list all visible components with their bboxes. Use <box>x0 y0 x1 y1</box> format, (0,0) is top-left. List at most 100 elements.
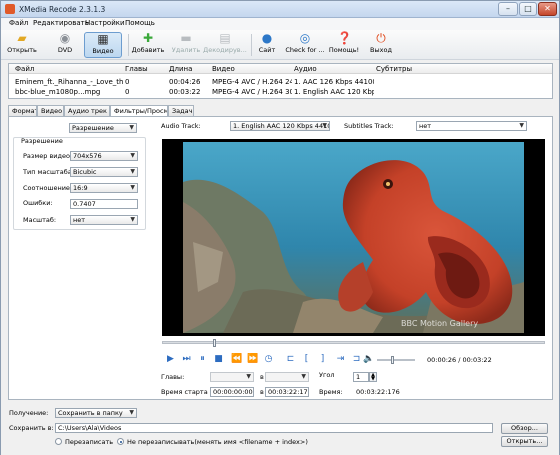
total-time: 00:03:22:176 <box>356 388 400 396</box>
start-time-label: Время старта <box>161 388 208 396</box>
video-button[interactable]: ▦ Видео <box>84 32 122 58</box>
add-button[interactable]: ✚ Добавить <box>131 32 165 58</box>
scale-type-select[interactable]: Bicubic ▼ <box>70 167 138 177</box>
audio-track-select[interactable]: 1. English AAC 120 Kbps 44100 Hz 2▼ <box>230 121 330 131</box>
ratio-label: Соотношение: <box>23 184 73 192</box>
save-path-field[interactable]: C:\Users\Ala\Videos <box>55 423 493 433</box>
preview-image: BBC Motion Gallery <box>183 142 524 333</box>
ratio-select[interactable]: 16:9 ▼ <box>70 183 138 193</box>
error-field[interactable]: 0.7407 <box>70 199 138 209</box>
chevron-down-icon: ▼ <box>322 122 327 129</box>
file-row[interactable]: bbc-blue_m1080p...mpg 0 00:03:22 MPEG-4 … <box>9 87 552 97</box>
seek-bar[interactable] <box>162 339 545 347</box>
tab-jobs[interactable]: Задачи <box>168 105 194 116</box>
subtitles-track-select[interactable]: нет ▼ <box>416 121 527 131</box>
no-overwrite-label: Не перезаписывать(менять имя <filename +… <box>127 438 308 446</box>
main-window: XMedia Recode 2.3.1.3 – □ ✕ Файл Редакти… <box>0 0 560 455</box>
file-list-header: Файл Главы Длина Видео Аудио Субтитры <box>9 64 552 74</box>
browse-button[interactable]: Обзор... <box>501 423 548 434</box>
open-button[interactable]: ▰ Открыть <box>7 32 37 58</box>
minus-icon: ▬ <box>180 31 192 45</box>
help-icon: ❓ <box>337 31 352 45</box>
mark-start-icon[interactable]: [ <box>301 354 312 365</box>
tab-video[interactable]: Видео <box>37 105 64 116</box>
chapter-start-select[interactable]: ▼ <box>210 372 254 382</box>
audio-track-label: Audio Track: <box>161 122 201 130</box>
mark-end-icon[interactable]: ] <box>317 354 328 365</box>
clock-icon[interactable]: ◷ <box>263 354 274 365</box>
receive-select[interactable]: Сохранить в папку ▼ <box>55 408 137 418</box>
chevron-down-icon: ▼ <box>130 152 135 159</box>
decode-icon: ▤ <box>219 31 231 45</box>
bbc-watermark: BBC Motion Gallery <box>401 319 478 328</box>
jump-end-icon[interactable]: ⇥ <box>335 354 346 365</box>
tab-audio-track[interactable]: Аудио трек 1 <box>64 105 110 116</box>
rewind-icon[interactable]: ⏪ <box>231 354 242 365</box>
delete-button[interactable]: ▬ Удалить <box>171 32 201 58</box>
close-button[interactable]: ✕ <box>538 2 557 16</box>
check-updates-button[interactable]: ◎ Check for ... <box>285 32 325 58</box>
overwrite-radio[interactable] <box>55 438 62 445</box>
step-forward-icon[interactable]: ⏭ <box>181 354 192 365</box>
file-list: Файл Главы Длина Видео Аудио Субтитры Em… <box>8 63 553 99</box>
column-chapters[interactable]: Главы <box>125 65 148 73</box>
chapter-end-select[interactable]: ▼ <box>265 372 309 382</box>
menu-bar: Файл Редактировать Настройки Помощь <box>1 18 559 30</box>
scale-select[interactable]: нет ▼ <box>70 215 138 225</box>
chevron-down-icon: ▼ <box>130 184 135 191</box>
volume-icon[interactable]: 🔈 <box>363 354 374 365</box>
in-label: в <box>260 373 264 381</box>
file-row[interactable]: Eminem_ft._Rihanna_-_Love_the_W... 0 00:… <box>9 77 552 87</box>
video-size-select[interactable]: 704x576 ▼ <box>70 151 138 161</box>
menu-help[interactable]: Помощь <box>125 19 155 27</box>
plus-icon: ✚ <box>142 31 154 45</box>
scale-label: Масштаб: <box>23 216 57 224</box>
seek-handle[interactable] <box>213 339 216 347</box>
help-button[interactable]: ❓ Помощь! <box>327 32 361 58</box>
volume-handle[interactable] <box>391 356 394 364</box>
play-icon[interactable]: ▶ <box>165 354 176 365</box>
chapters-label: Главы: <box>161 373 185 381</box>
menu-edit[interactable]: Редактировать <box>33 19 89 27</box>
exit-button[interactable]: ⏻ Выход <box>367 32 395 58</box>
no-overwrite-radio[interactable] <box>117 438 124 445</box>
stop-icon[interactable]: ■ <box>213 354 224 365</box>
chevron-down-icon: ▼ <box>130 216 135 223</box>
error-label: Ошибки: <box>23 199 53 207</box>
end-time-field[interactable]: 00:03:22:176 <box>265 387 309 397</box>
site-button[interactable]: ● Сайт <box>255 32 279 58</box>
toolbar-separator <box>251 34 252 56</box>
mark-out-icon[interactable]: ⊐ <box>351 354 362 365</box>
chevron-down-icon: ▼ <box>519 122 524 129</box>
maximize-button[interactable]: □ <box>519 2 537 16</box>
column-file[interactable]: Файл <box>15 65 34 73</box>
menu-file[interactable]: Файл <box>9 19 28 27</box>
angle-field[interactable]: 1 <box>353 372 369 382</box>
mark-in-icon[interactable]: ⊏ <box>285 354 296 365</box>
column-audio[interactable]: Аудио <box>294 65 317 73</box>
video-size-label: Размер видео: <box>23 152 73 160</box>
column-subtitles[interactable]: Субтитры <box>376 65 412 73</box>
chevron-down-icon: ▼ <box>129 124 134 131</box>
fast-forward-icon[interactable]: ⏩ <box>247 354 258 365</box>
video-frame: BBC Motion Gallery <box>183 142 524 333</box>
volume-slider[interactable] <box>377 356 415 364</box>
menu-settings[interactable]: Настройки <box>85 19 125 27</box>
chevron-down-icon: ▼ <box>130 168 135 175</box>
power-icon: ⏻ <box>376 31 386 45</box>
folder-icon: ▰ <box>17 31 27 45</box>
video-preview[interactable]: BBC Motion Gallery <box>162 139 545 336</box>
dvd-button[interactable]: ◉ DVD <box>53 32 77 58</box>
output-section: Получение: Сохранить в папку ▼ Сохранить … <box>1 403 559 455</box>
angle-spinner[interactable]: ▲ ▼ <box>369 372 377 382</box>
open-folder-button[interactable]: Открыть... <box>501 436 548 447</box>
minimize-button[interactable]: – <box>498 2 518 16</box>
decode-button[interactable]: ▤ Декодирув... <box>203 32 247 58</box>
column-video[interactable]: Видео <box>212 65 235 73</box>
scale-type-label: Тип масштаба: <box>23 168 74 176</box>
pause-icon[interactable]: ⏸ <box>197 354 208 365</box>
tab-format[interactable]: Формат <box>8 105 37 116</box>
start-time-field[interactable]: 00:00:00:000 <box>210 387 254 397</box>
filter-select[interactable]: Разрешение ▼ <box>69 123 137 133</box>
column-duration[interactable]: Длина <box>169 65 192 73</box>
